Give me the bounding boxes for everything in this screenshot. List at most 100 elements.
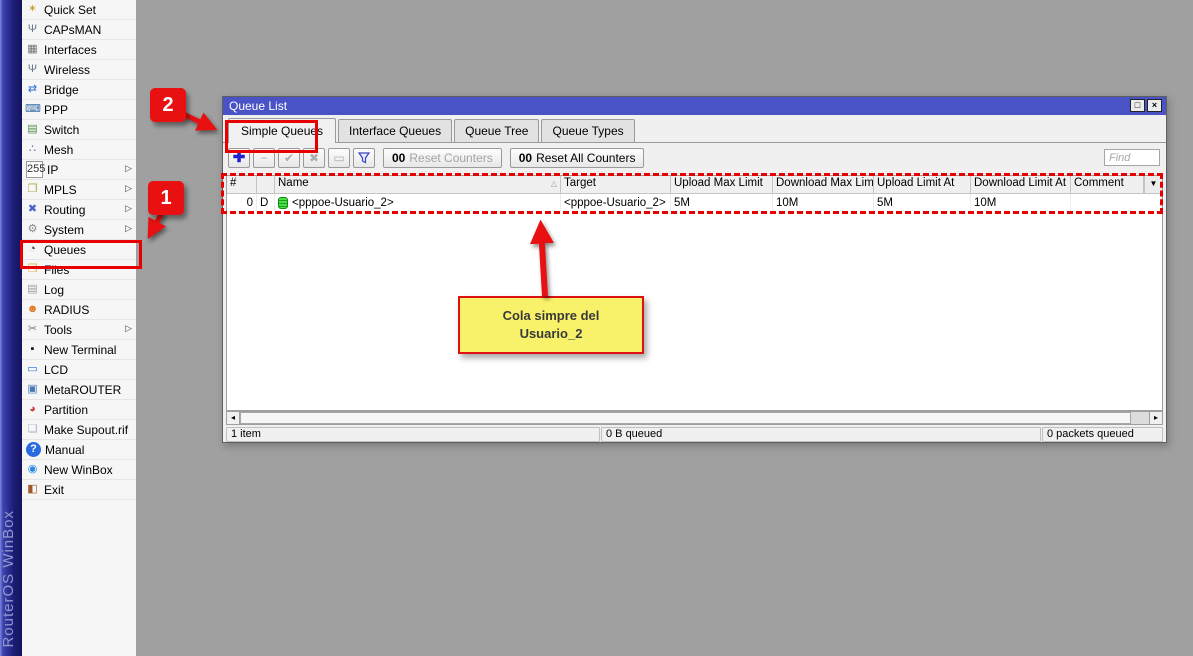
scrollbar-thumb[interactable] xyxy=(240,412,1131,424)
find-input[interactable] xyxy=(1104,149,1160,166)
sidebar-item-quick-set[interactable]: ✶ Quick Set xyxy=(22,0,136,20)
tools-icon: ✂ xyxy=(25,322,40,337)
sidebar-item-label: Log xyxy=(44,283,64,297)
sidebar-item-label: Routing xyxy=(44,203,85,217)
sidebar-item-label: Queues xyxy=(44,243,86,257)
sidebar-item-log[interactable]: ▤ Log xyxy=(22,280,136,300)
col-header-upload-max-limit[interactable]: Upload Max Limit xyxy=(671,176,773,193)
sidebar-item-mpls[interactable]: ❐ MPLS ▷ xyxy=(22,180,136,200)
filter-icon xyxy=(358,152,370,164)
tab-queue-tree[interactable]: Queue Tree xyxy=(454,119,539,142)
bridge-icon: ⇄ xyxy=(25,82,40,97)
sidebar-item-label: CAPsMAN xyxy=(44,23,101,37)
sidebar-item-files[interactable]: ❒ Files xyxy=(22,260,136,280)
sidebar-item-tools[interactable]: ✂ Tools ▷ xyxy=(22,320,136,340)
reset-all-counters-label: Reset All Counters xyxy=(536,151,635,165)
window-title: Queue List xyxy=(229,99,287,113)
reset-all-counters-button[interactable]: 00Reset All Counters xyxy=(510,148,645,168)
sidebar-item-system[interactable]: ⚙ System ▷ xyxy=(22,220,136,240)
sidebar-item-label: MetaROUTER xyxy=(44,383,121,397)
sidebar-item-new-winbox[interactable]: ◉ New WinBox xyxy=(22,460,136,480)
terminal-icon: ▪ xyxy=(25,342,40,357)
sidebar-item-label: Tools xyxy=(44,323,72,337)
column-menu-button[interactable]: ▼ xyxy=(1144,176,1162,193)
col-header-download-max-limit[interactable]: Download Max Limit xyxy=(773,176,874,193)
details-button[interactable]: ▭ xyxy=(328,148,350,168)
metarouter-icon: ▣ xyxy=(25,382,40,397)
table-row[interactable]: 0 D <pppoe-Usuario_2> <pppoe-Usuario_2> … xyxy=(227,194,1162,211)
sidebar-item-radius[interactable]: ☻ RADIUS xyxy=(22,300,136,320)
add-button[interactable]: ✚ xyxy=(228,148,250,168)
supout-icon: ❏ xyxy=(25,422,40,437)
sidebar-item-ppp[interactable]: ⌨ PPP xyxy=(22,100,136,120)
log-icon: ▤ xyxy=(25,282,40,297)
filter-button[interactable] xyxy=(353,148,375,168)
sidebar-item-make-supout[interactable]: ❏ Make Supout.rif xyxy=(22,420,136,440)
lcd-icon: ▭ xyxy=(25,362,40,377)
sidebar-item-label: PPP xyxy=(44,103,68,117)
queue-table: # Name △ Target Upload Max Limit Downloa… xyxy=(226,175,1163,411)
sidebar-item-label: Make Supout.rif xyxy=(44,423,128,437)
col-header-name[interactable]: Name △ xyxy=(275,176,561,193)
simple-queue-icon xyxy=(278,197,288,209)
status-bytes-queued: 0 B queued xyxy=(601,427,1041,442)
scroll-left-icon[interactable]: ◂ xyxy=(226,411,240,425)
maximize-button[interactable]: □ xyxy=(1130,99,1145,112)
exit-icon: ◧ xyxy=(25,482,40,497)
sidebar-item-routing[interactable]: ✖ Routing ▷ xyxy=(22,200,136,220)
col-header-upload-limit-at[interactable]: Upload Limit At xyxy=(874,176,971,193)
sidebar-item-new-terminal[interactable]: ▪ New Terminal xyxy=(22,340,136,360)
window-titlebar[interactable]: Queue List □ × xyxy=(223,97,1166,115)
sidebar-item-label: Manual xyxy=(45,443,84,457)
cell-number: 0 xyxy=(227,194,257,211)
sidebar-item-ip[interactable]: 255 IP ▷ xyxy=(22,160,136,180)
sort-ascending-icon: △ xyxy=(551,179,557,188)
sidebar-item-label: MPLS xyxy=(44,183,77,197)
main-menu-sidebar: ✶ Quick Set Ψ CAPsMAN ▦ Interfaces Ψ Wir… xyxy=(22,0,137,656)
winbox-icon: ◉ xyxy=(25,462,40,477)
close-button[interactable]: × xyxy=(1147,99,1162,112)
sidebar-item-wireless[interactable]: Ψ Wireless xyxy=(22,60,136,80)
sidebar-item-label: Partition xyxy=(44,403,88,417)
sidebar-item-lcd[interactable]: ▭ LCD xyxy=(22,360,136,380)
radius-icon: ☻ xyxy=(25,302,40,317)
sidebar-item-interfaces[interactable]: ▦ Interfaces xyxy=(22,40,136,60)
tab-simple-queues[interactable]: Simple Queues xyxy=(228,118,336,143)
queues-icon: ◔ xyxy=(25,242,40,257)
col-header-number[interactable]: # xyxy=(227,176,257,193)
sidebar-item-metarouter[interactable]: ▣ MetaROUTER xyxy=(22,380,136,400)
status-item-count: 1 item xyxy=(226,427,600,442)
cell-name: <pppoe-Usuario_2> xyxy=(275,194,561,211)
brand-vertical-text: RouterOS WinBox xyxy=(0,510,22,648)
disable-button[interactable]: ✖ xyxy=(303,148,325,168)
reset-counters-button[interactable]: 00Reset Counters xyxy=(383,148,502,168)
col-header-download-limit-at[interactable]: Download Limit At xyxy=(971,176,1071,193)
sidebar-item-queues[interactable]: ◔ Queues xyxy=(22,240,136,260)
sidebar-item-capsman[interactable]: Ψ CAPsMAN xyxy=(22,20,136,40)
system-icon: ⚙ xyxy=(25,222,40,237)
sidebar-item-bridge[interactable]: ⇄ Bridge xyxy=(22,80,136,100)
sidebar-item-manual[interactable]: ? Manual xyxy=(22,440,136,460)
annotation-badge-1: 1 xyxy=(148,181,184,215)
tab-queue-types[interactable]: Queue Types xyxy=(541,119,634,142)
scroll-right-icon[interactable]: ▸ xyxy=(1149,411,1163,425)
sidebar-item-switch[interactable]: ▤ Switch xyxy=(22,120,136,140)
sidebar-item-label: Exit xyxy=(44,483,64,497)
sidebar-item-label: RADIUS xyxy=(44,303,89,317)
enable-button[interactable]: ✔ xyxy=(278,148,300,168)
sidebar-item-label: Files xyxy=(44,263,69,277)
sidebar-item-label: New WinBox xyxy=(44,463,113,477)
col-header-comment[interactable]: Comment xyxy=(1071,176,1144,193)
remove-button[interactable]: − xyxy=(253,148,275,168)
sidebar-item-partition[interactable]: ◕ Partition xyxy=(22,400,136,420)
sidebar-item-mesh[interactable]: ∴ Mesh xyxy=(22,140,136,160)
cell-name-text: <pppoe-Usuario_2> xyxy=(292,197,394,209)
sidebar-item-label: Mesh xyxy=(44,143,73,157)
routing-icon: ✖ xyxy=(25,202,40,217)
table-header-row: # Name △ Target Upload Max Limit Downloa… xyxy=(227,176,1162,194)
scrollbar-track[interactable] xyxy=(240,411,1149,425)
col-header-flags[interactable] xyxy=(257,176,275,193)
col-header-target[interactable]: Target xyxy=(561,176,671,193)
tab-interface-queues[interactable]: Interface Queues xyxy=(338,119,452,142)
sidebar-item-exit[interactable]: ◧ Exit xyxy=(22,480,136,500)
